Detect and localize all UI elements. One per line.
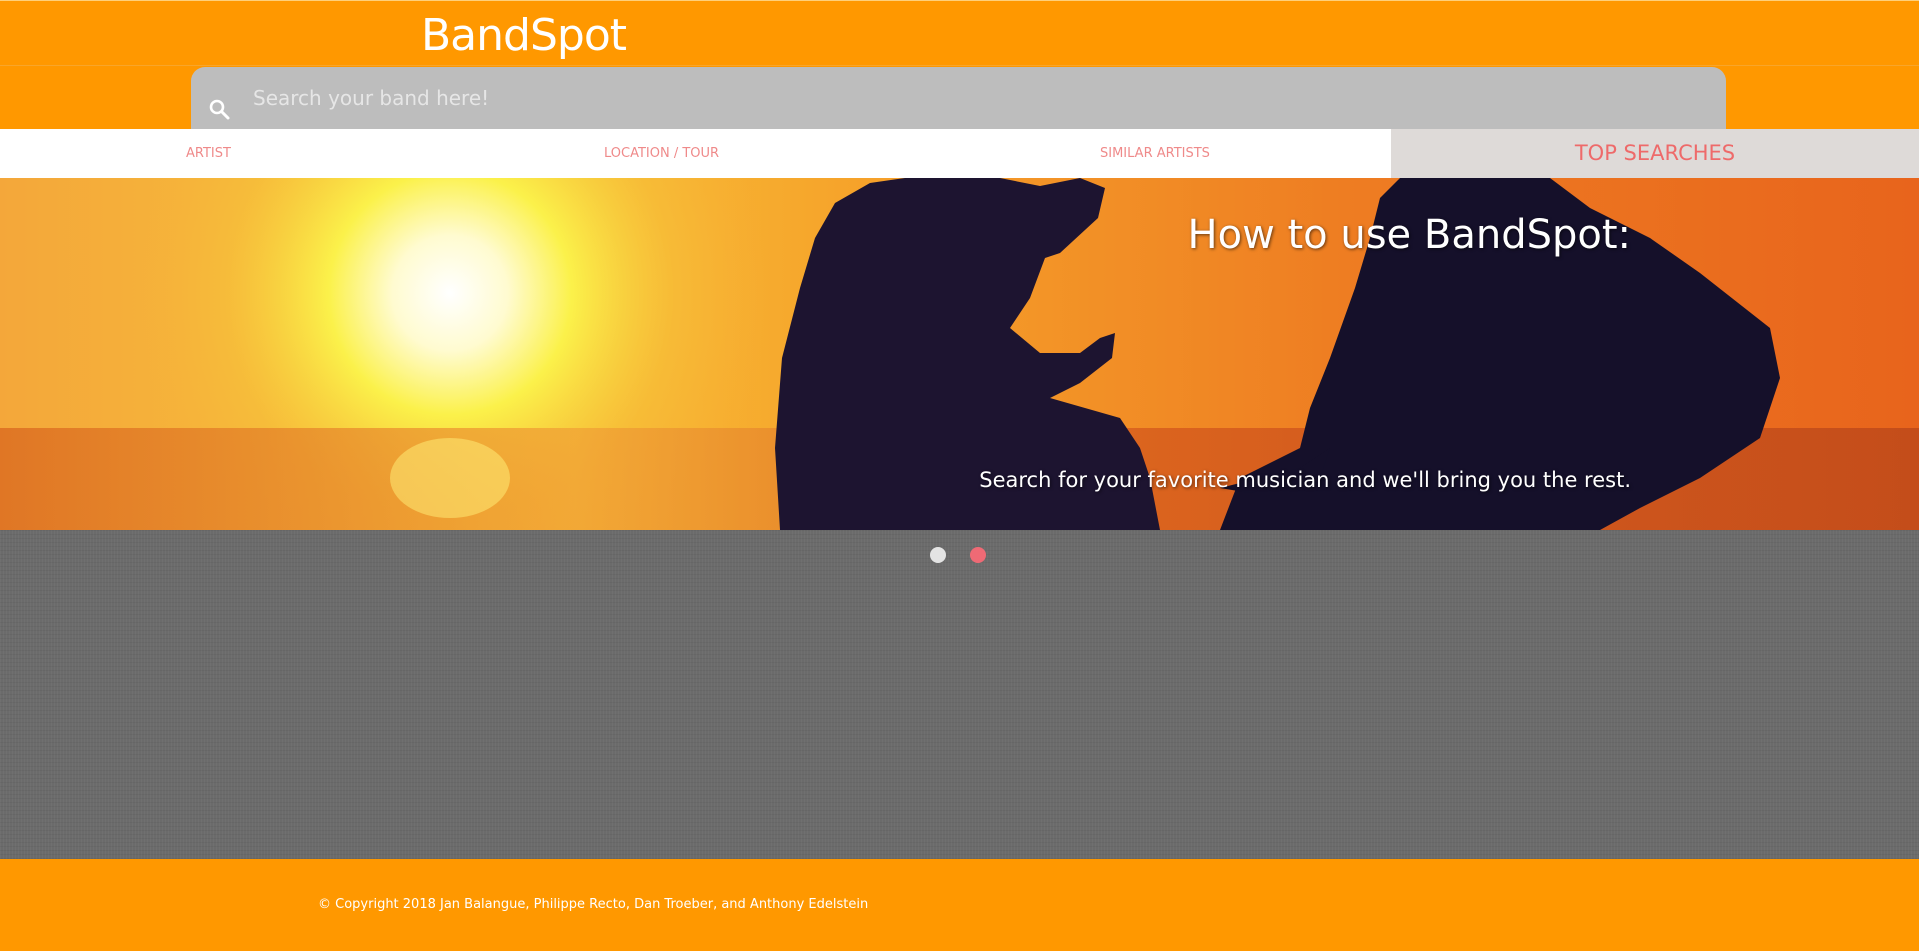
site-header: BandSpot [0, 0, 1919, 130]
hero-subtitle: Search for your favorite musician and we… [979, 468, 1631, 492]
carousel-dot-2[interactable] [970, 547, 986, 563]
search-input[interactable] [251, 79, 1695, 117]
carousel-dot-1[interactable] [930, 547, 946, 563]
hero-banner: How to use BandSpot: Search for your fav… [0, 178, 1919, 530]
nav-tab-similar-artists[interactable]: SIMILAR ARTISTS [1100, 129, 1210, 178]
search-bar[interactable] [191, 67, 1726, 130]
nav-tab-top-searches[interactable]: TOP SEARCHES [1391, 129, 1919, 178]
main-content [0, 530, 1919, 859]
nav-tab-artist[interactable]: ARTIST [186, 129, 231, 178]
hero-title: How to use BandSpot: [1187, 212, 1631, 258]
copyright-text: © Copyright 2018 Jan Balangue, Philippe … [318, 897, 869, 912]
search-icon[interactable] [207, 97, 233, 123]
hero-image [0, 178, 1919, 530]
site-footer: © Copyright 2018 Jan Balangue, Philippe … [0, 859, 1919, 951]
header-divider [0, 65, 1919, 66]
site-logo[interactable]: BandSpot [421, 8, 627, 64]
main-nav: ARTIST LOCATION / TOUR SIMILAR ARTISTS T… [0, 129, 1919, 178]
nav-tab-location-tour[interactable]: LOCATION / TOUR [604, 129, 719, 178]
